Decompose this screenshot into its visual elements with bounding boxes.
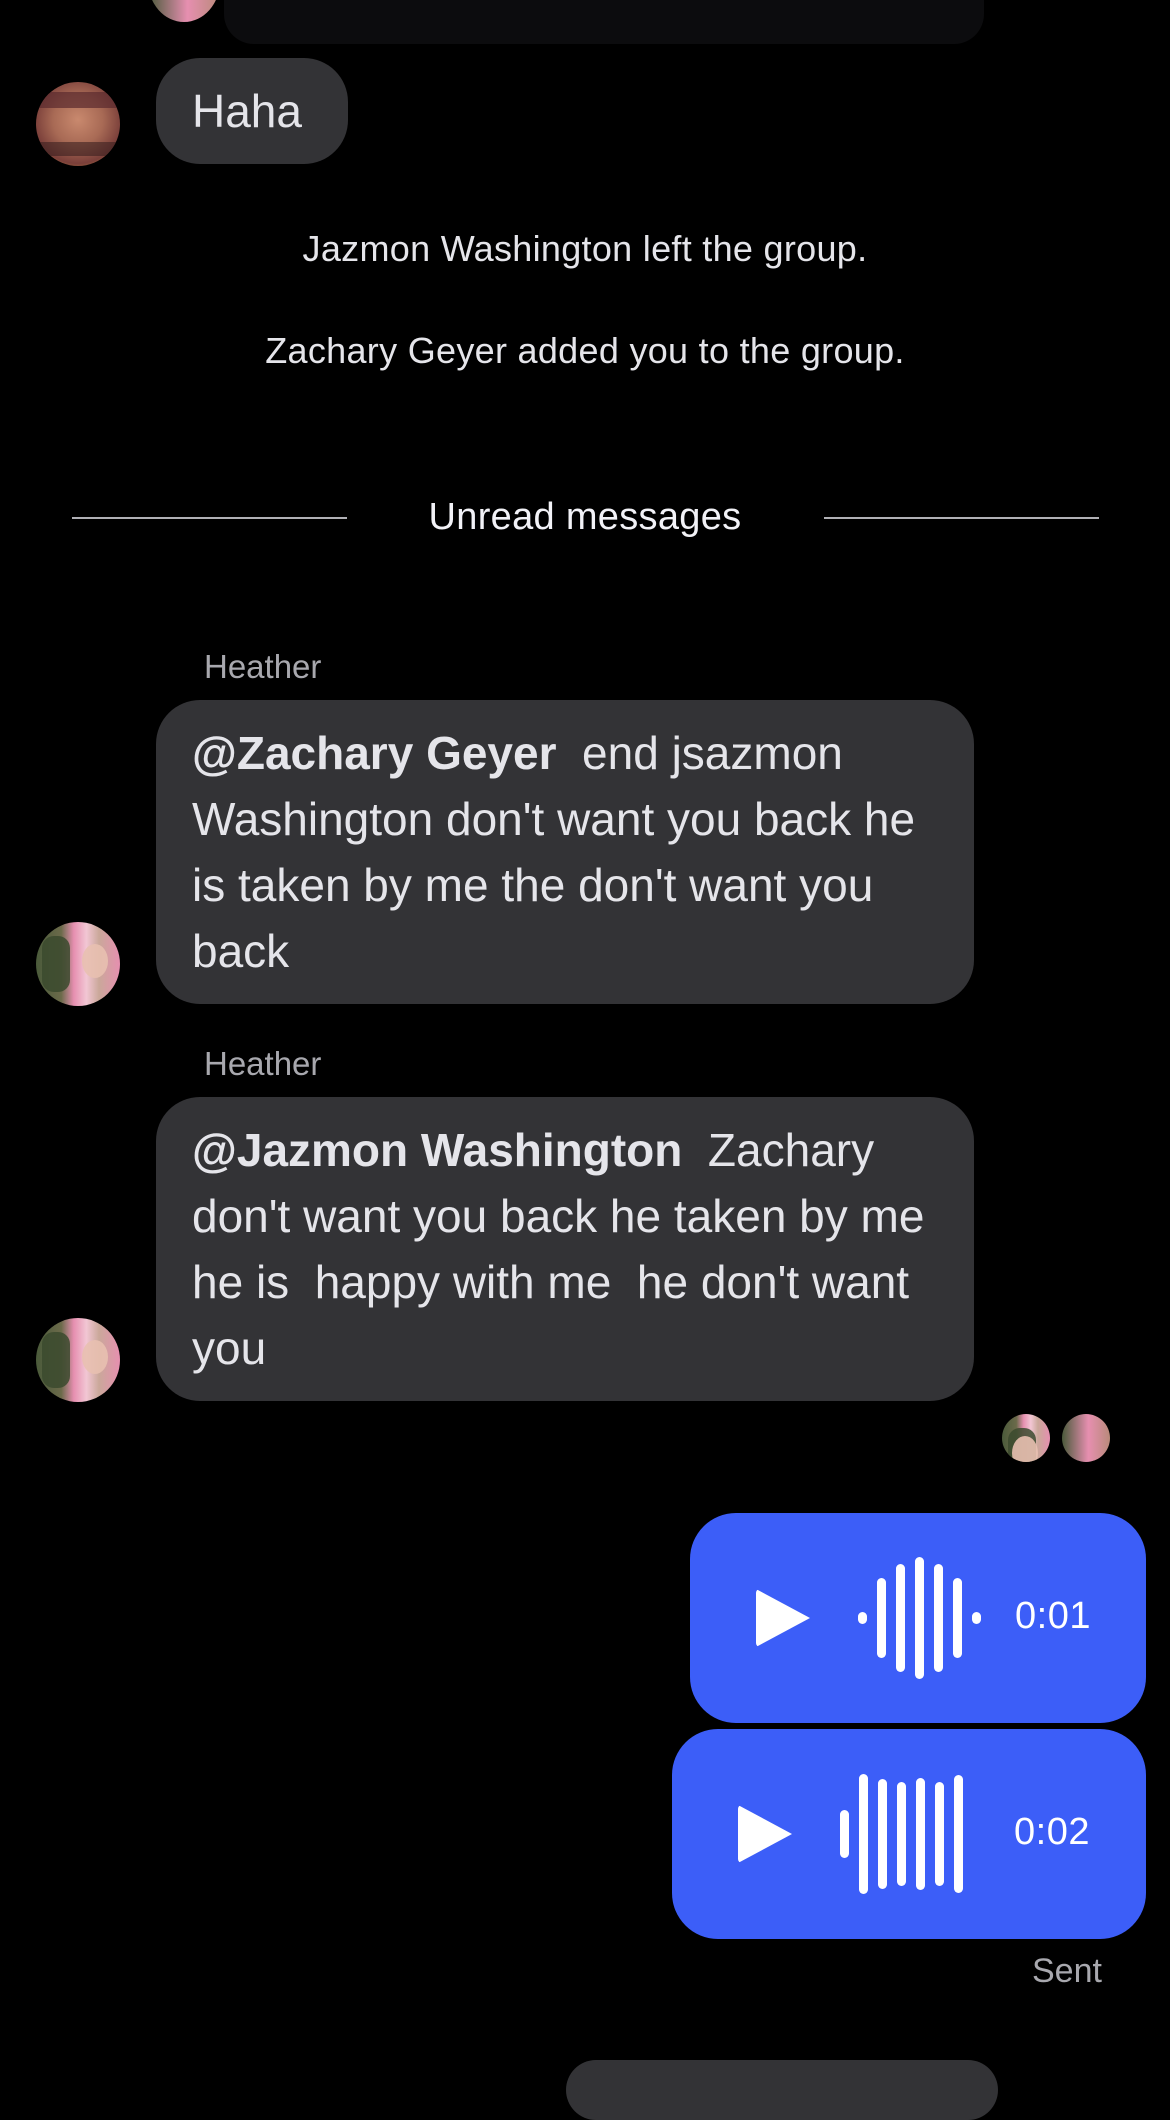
sender-name: Heather	[204, 648, 322, 685]
system-message-added-to-group: Zachary Geyer added you to the group.	[265, 330, 905, 371]
voice-duration: 0:02	[1014, 1811, 1090, 1853]
mention-link[interactable]: @Jazmon Washington	[192, 1124, 682, 1176]
read-receipt-avatar	[1002, 1414, 1050, 1462]
avatar-heather[interactable]	[36, 922, 120, 1006]
mention-link[interactable]: @Zachary Geyer	[192, 727, 557, 779]
voice-duration: 0:01	[1015, 1595, 1091, 1637]
system-message-left-group: Jazmon Washington left the group.	[302, 228, 868, 269]
waveform-icon	[840, 1769, 963, 1899]
read-receipt-avatar	[1062, 1414, 1110, 1462]
message-bubble-heather-2[interactable]: @Jazmon Washington Zachary don't want yo…	[156, 1097, 974, 1401]
bottom-partial-bubble	[566, 2060, 998, 2120]
play-icon[interactable]	[738, 1805, 792, 1863]
message-bubble-haha[interactable]: Haha	[156, 58, 348, 164]
divider-line-right	[824, 517, 1099, 519]
voice-message-2[interactable]: 0:02	[672, 1729, 1146, 1939]
message-text: Haha	[192, 85, 302, 137]
sender-name: Heather	[204, 1045, 322, 1082]
waveform-icon	[858, 1553, 981, 1683]
message-text: @Jazmon Washington Zachary don't want yo…	[192, 1124, 937, 1374]
avatar-sender-haha[interactable]	[36, 82, 120, 166]
voice-message-1[interactable]: 0:01	[690, 1513, 1146, 1723]
avatar-heather[interactable]	[36, 1318, 120, 1402]
top-partial-bubble	[224, 0, 984, 44]
delivery-status: Sent	[1032, 1952, 1102, 1990]
message-bubble-heather-1[interactable]: @Zachary Geyer end jsazmon Washington do…	[156, 700, 974, 1004]
play-icon[interactable]	[756, 1589, 810, 1647]
message-text: @Zachary Geyer end jsazmon Washington do…	[192, 727, 928, 977]
avatar-partial-top[interactable]	[148, 0, 220, 22]
